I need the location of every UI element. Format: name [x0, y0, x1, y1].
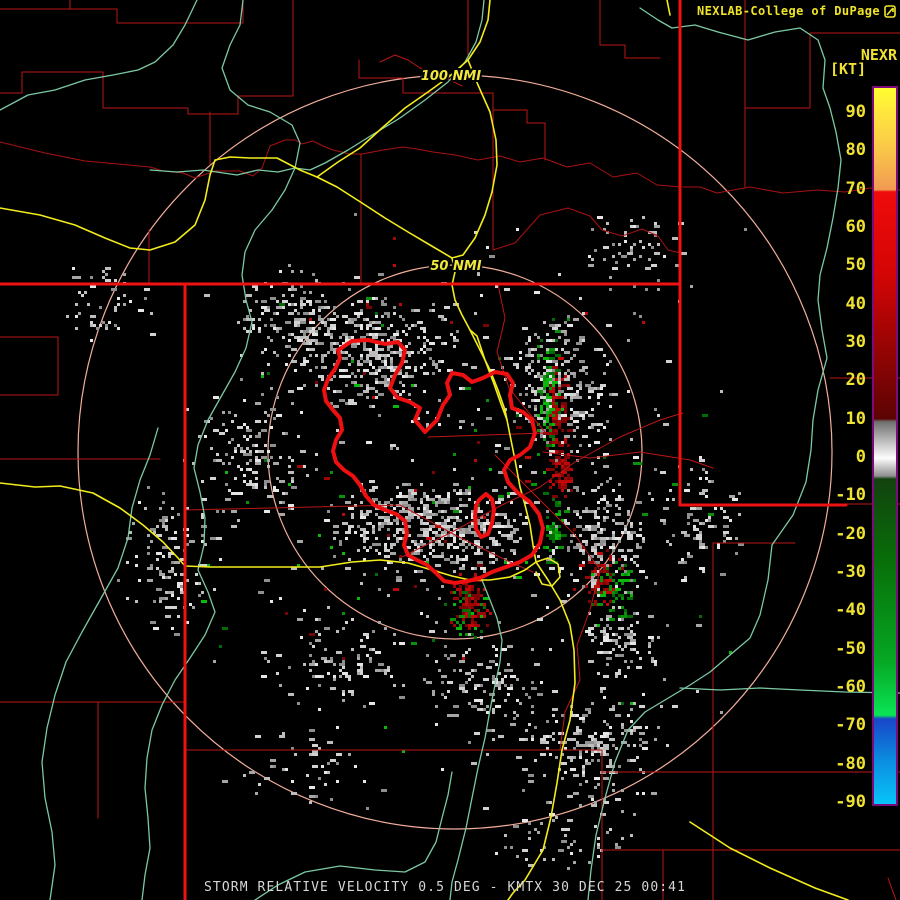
status-bar: STORM RELATIVE VELOCITY 0.5 DEG - KMTX 3…	[204, 880, 687, 895]
colorbar-tick: -30	[835, 561, 866, 582]
range-ring-label: 100 NMI	[421, 69, 481, 84]
radar-screen: 100 NMI 50 NMI NEXLAB-College of DuPage N…	[0, 0, 900, 900]
colorbar-tick: 70	[845, 178, 866, 199]
colorbar-tick: -20	[835, 523, 866, 544]
colorbar-tick: -90	[835, 791, 866, 812]
colorbar-tick: -10	[835, 485, 866, 506]
colorbar-scale	[872, 86, 898, 806]
county-lines-layer	[0, 0, 900, 900]
cod-logo-icon	[884, 4, 896, 18]
radar-map: 100 NMI 50 NMI	[0, 0, 900, 900]
colorbar-tick: 10	[845, 408, 866, 429]
state-border-lines-layer	[0, 0, 848, 900]
colorbar-tick: 90	[845, 102, 866, 122]
colorbar-units: [KT]	[830, 60, 867, 78]
colorbar-tick: 30	[845, 331, 866, 352]
app-title: NEXLAB-College of DuPage	[697, 4, 896, 18]
colorbar-tick: -80	[835, 753, 866, 774]
colorbar-tick: 0	[855, 446, 866, 467]
app-title-text: NEXLAB-College of DuPage	[697, 4, 880, 18]
colorbar-tick: -70	[835, 715, 866, 736]
colorbar-tick: -60	[835, 676, 866, 697]
colorbar-tick: -40	[835, 600, 866, 621]
colorbar-tick: 20	[845, 370, 866, 391]
colorbar-tick: 60	[845, 216, 866, 237]
range-ring-labels-layer: 100 NMI 50 NMI	[419, 67, 484, 276]
colorbar-tick: 80	[845, 140, 866, 161]
range-ring-label: 50 NMI	[430, 259, 481, 274]
highway-lines-layer	[0, 0, 849, 900]
colorbar-tick: 50	[845, 255, 866, 276]
colorbar-tick: -50	[835, 638, 866, 659]
county-wiggly-lines-layer	[0, 139, 900, 254]
colorbar-title: NEXR	[860, 46, 897, 64]
colorbar-tick: 40	[845, 293, 866, 314]
river-lines-layer	[0, 0, 900, 900]
